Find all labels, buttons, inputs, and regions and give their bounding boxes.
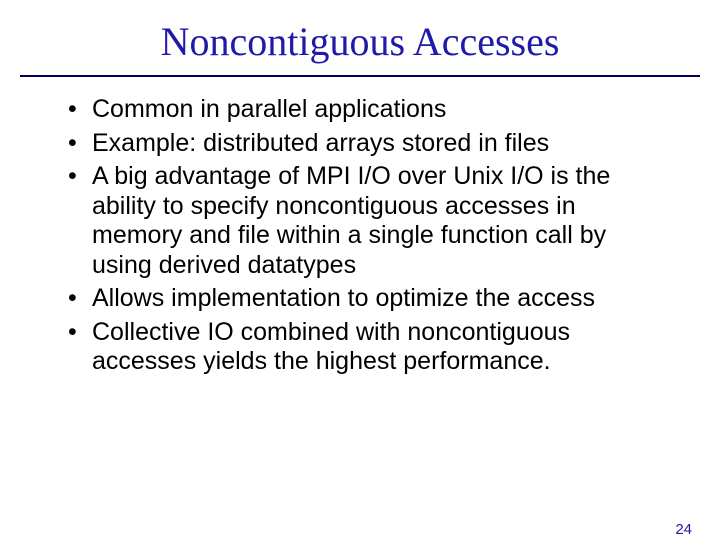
bullet-list: Common in parallel applications Example:…	[64, 95, 672, 377]
slide: Noncontiguous Accesses Common in paralle…	[0, 18, 720, 540]
title-underline	[20, 75, 700, 77]
bullet-item: Collective IO combined with noncontiguou…	[64, 318, 672, 377]
bullet-item: A big advantage of MPI I/O over Unix I/O…	[64, 162, 672, 280]
bullet-item: Example: distributed arrays stored in fi…	[64, 129, 672, 159]
page-number: 24	[675, 521, 692, 538]
slide-title: Noncontiguous Accesses	[0, 18, 720, 65]
slide-body: Common in parallel applications Example:…	[0, 95, 720, 377]
bullet-item: Common in parallel applications	[64, 95, 672, 125]
bullet-item: Allows implementation to optimize the ac…	[64, 284, 672, 314]
